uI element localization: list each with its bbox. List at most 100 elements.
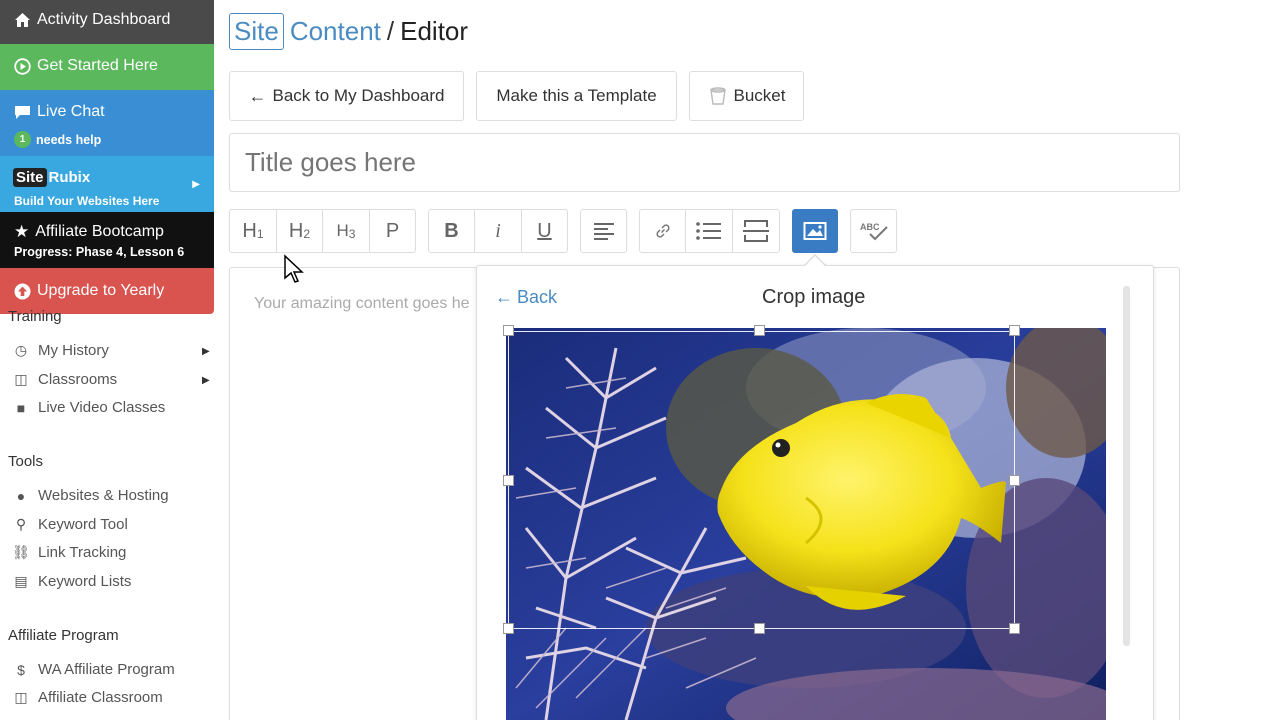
h3-label: H	[336, 221, 349, 240]
breadcrumb-site[interactable]: Site	[229, 13, 284, 50]
crop-handle-left[interactable]	[503, 475, 514, 486]
popup-caret-inner	[805, 256, 825, 266]
siterubix-logo-brand: Rubix	[48, 169, 91, 186]
sidebar-item-live-video-classes[interactable]: ■ Live Video Classes	[12, 399, 166, 416]
book-icon: ◫	[14, 371, 28, 387]
upgrade-label: Upgrade to Yearly	[37, 282, 165, 299]
crop-back-button[interactable]: ← Back	[495, 287, 557, 308]
image-icon	[803, 222, 827, 240]
align-left-icon	[593, 223, 614, 240]
star-icon: ★	[14, 222, 30, 241]
spell-check-icon: ABC	[860, 222, 888, 241]
sidebar-item-classrooms[interactable]: ◫ Classrooms	[12, 371, 117, 388]
breadcrumb-content[interactable]: Content	[290, 16, 381, 47]
list-stack-icon: ▤	[14, 573, 28, 589]
tools-heading: Tools	[8, 453, 44, 470]
sidebar-live-chat-label: Live Chat	[37, 103, 105, 120]
crop-handle-right[interactable]	[1009, 475, 1020, 486]
bold-label: B	[444, 219, 459, 242]
sidebar-item-label: Live Video Classes	[38, 399, 166, 416]
sidebar-item-websites-hosting[interactable]: ● Websites & Hosting	[12, 487, 169, 504]
search-icon: ⚲	[15, 516, 27, 532]
crop-selection[interactable]	[508, 331, 1015, 629]
arrow-up-circle-icon	[14, 283, 31, 299]
crop-handle-bottom-left[interactable]	[503, 623, 514, 634]
crop-handle-top-right[interactable]	[1009, 325, 1020, 336]
spell-check-label: ABC	[860, 222, 880, 232]
make-template-button[interactable]: Make this a Template	[476, 71, 677, 121]
caret-right-icon[interactable]: ▶	[202, 346, 210, 357]
breadcrumb: Site Content / Editor	[229, 13, 468, 50]
sidebar-item-affiliate-classroom[interactable]: ◫ Affiliate Classroom	[12, 689, 162, 706]
sidebar-get-started[interactable]: Get Started Here	[0, 44, 214, 90]
sidebar-siterubix[interactable]: Site Rubix Build Your Websites Here ▶	[0, 156, 214, 212]
horizontal-rule-button[interactable]	[733, 210, 779, 252]
h1-button[interactable]: H1	[230, 210, 277, 252]
sidebar-item-label: Websites & Hosting	[38, 487, 169, 504]
training-heading: Training	[8, 308, 62, 325]
crop-popup-title: Crop image	[762, 286, 866, 308]
bootcamp-label: Affiliate Bootcamp	[35, 223, 164, 240]
sidebar-item-label: Classrooms	[38, 371, 118, 388]
bold-button[interactable]: B	[429, 210, 475, 252]
sidebar-live-chat[interactable]: Live Chat 1 needs help	[0, 90, 214, 156]
popup-scrollbar[interactable]	[1123, 286, 1130, 646]
sidebar-item-label: Keyword Tool	[38, 516, 128, 533]
live-chat-status: needs help	[36, 132, 102, 147]
insert-image-button[interactable]	[792, 209, 838, 253]
affiliate-heading: Affiliate Program	[8, 627, 119, 644]
siterubix-logo: Site Rubix	[13, 168, 90, 187]
sidebar-item-label: WA Affiliate Program	[38, 661, 175, 678]
bullet-list-button[interactable]	[686, 210, 733, 252]
align-button-group	[580, 209, 627, 253]
underline-label: U	[537, 219, 552, 242]
caret-right-icon[interactable]: ▶	[202, 375, 210, 386]
spell-check-button[interactable]: ABC	[850, 209, 897, 253]
crop-handle-bottom-right[interactable]	[1009, 623, 1020, 634]
back-to-dashboard-button[interactable]: ← Back to My Dashboard	[229, 71, 464, 121]
sidebar-item-keyword-tool[interactable]: ⚲ Keyword Tool	[12, 516, 128, 533]
arrow-left-icon: ←	[248, 85, 267, 106]
underline-button[interactable]: U	[522, 210, 567, 252]
mouse-cursor-icon	[284, 254, 304, 283]
siterubix-logo-site: Site	[13, 168, 47, 187]
sidebar-item-wa-affiliate-program[interactable]: $ WA Affiliate Program	[12, 661, 175, 678]
bullet-list-icon	[696, 222, 721, 240]
link-icon: ⛓	[12, 544, 30, 560]
bucket-icon	[709, 87, 726, 105]
bucket-button[interactable]: Bucket	[689, 71, 804, 121]
breadcrumb-separator: /	[386, 16, 395, 46]
italic-label: i	[495, 219, 501, 242]
crop-handle-top[interactable]	[754, 325, 765, 336]
link-button[interactable]	[640, 210, 686, 252]
globe-icon: ●	[16, 487, 26, 504]
insert-button-group	[639, 209, 780, 253]
paragraph-button[interactable]: P	[370, 210, 415, 252]
sidebar-item-link-tracking[interactable]: ⛓ Link Tracking	[12, 544, 126, 561]
sidebar-item-label: Link Tracking	[38, 544, 127, 561]
heading-button-group: H1 H2 H3 P	[229, 209, 416, 253]
sidebar-item-my-history[interactable]: ◷ My History	[12, 342, 109, 359]
play-circle-icon	[14, 57, 31, 75]
bootcamp-progress: Progress: Phase 4, Lesson 6	[14, 245, 185, 259]
align-left-button[interactable]	[581, 210, 626, 252]
sidebar-item-keyword-lists[interactable]: ▤ Keyword Lists	[12, 573, 131, 590]
history-icon: ◷	[14, 342, 28, 358]
sidebar-activity-dashboard[interactable]: Activity Dashboard	[0, 0, 214, 44]
sidebar-affiliate-bootcamp[interactable]: ★ Affiliate Bootcamp Progress: Phase 4, …	[0, 212, 214, 268]
siterubix-tagline: Build Your Websites Here	[14, 194, 160, 208]
make-template-label: Make this a Template	[496, 86, 657, 105]
book-icon: ◫	[14, 689, 28, 705]
live-chat-count-badge: 1	[14, 131, 31, 148]
crop-handle-top-left[interactable]	[503, 325, 514, 336]
h3-button[interactable]: H3	[323, 210, 370, 252]
dollar-icon: $	[17, 661, 25, 678]
h2-sub: 2	[303, 227, 311, 241]
chat-icon	[15, 105, 30, 119]
italic-button[interactable]: i	[475, 210, 522, 252]
home-icon	[15, 13, 30, 27]
title-input[interactable]	[229, 133, 1180, 192]
crop-handle-bottom[interactable]	[754, 623, 765, 634]
h2-button[interactable]: H2	[277, 210, 323, 252]
page-break-icon	[743, 220, 769, 242]
